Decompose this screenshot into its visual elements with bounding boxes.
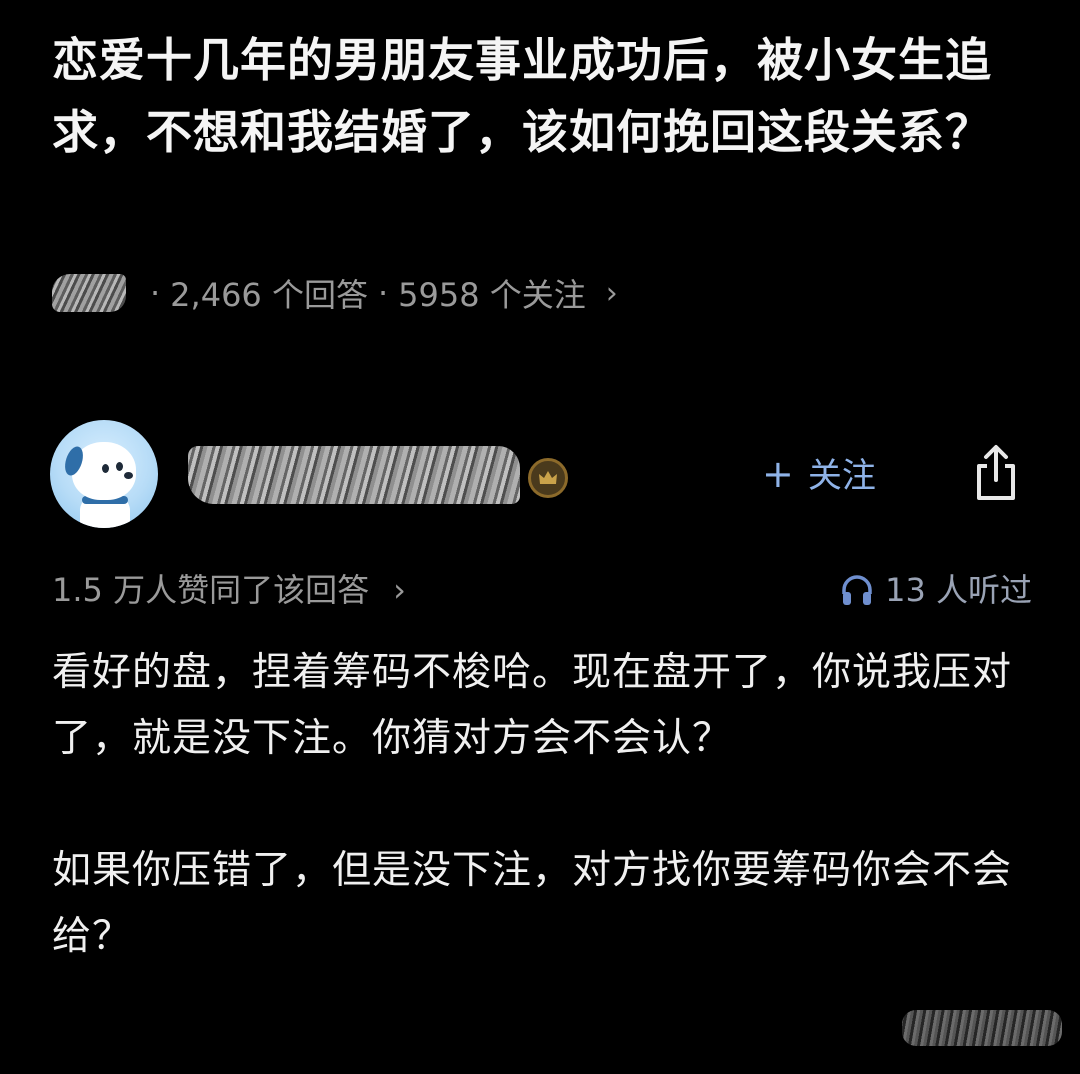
share-icon[interactable]	[968, 442, 1024, 504]
dog-avatar-icon[interactable]	[50, 420, 158, 528]
upvote-count[interactable]: 1.5 万人赞同了该回答 ›	[52, 566, 406, 614]
listen-count[interactable]: 13 人听过	[839, 566, 1032, 614]
answer-stats-row: 1.5 万人赞同了该回答 › 13 人听过	[52, 566, 1032, 614]
follower-count: 5958 个关注	[398, 276, 586, 314]
follow-label: 关注	[807, 456, 876, 496]
listen-text: 13 人听过	[885, 571, 1032, 609]
upvote-text: 1.5 万人赞同了该回答	[52, 571, 370, 609]
question-meta[interactable]: · 2,466 个回答 · 5958 个关注 ›	[52, 268, 618, 318]
redacted-asker-avatar	[52, 274, 126, 312]
question-title[interactable]: 恋爱十几年的男朋友事业成功后，被小女生追求，不想和我结婚了，该如何挽回这段关系？	[52, 24, 1042, 168]
crown-icon	[528, 458, 568, 498]
meta-separator: ·	[377, 274, 389, 312]
meta-separator: ·	[150, 274, 161, 312]
answer-paragraph: 看好的盘，捏着筹码不梭哈。现在盘开了，你说我压对了，就是没下注。你猜对方会不会认…	[52, 650, 1013, 761]
answer-paragraph: 如果你压错了，但是没下注，对方找你要筹码你会不会给？	[52, 848, 1013, 959]
answer-author-row: + 关注	[50, 420, 1040, 528]
chevron-right-icon: ›	[393, 571, 406, 609]
chevron-right-icon[interactable]: ›	[606, 276, 618, 311]
headphones-icon	[842, 575, 872, 605]
plus-icon: +	[762, 452, 794, 496]
redacted-watermark	[902, 1010, 1062, 1046]
answer-body[interactable]: 看好的盘，捏着筹码不梭哈。现在盘开了，你说我压对了，就是没下注。你猜对方会不会认…	[52, 640, 1042, 970]
redacted-author-name[interactable]	[188, 446, 520, 504]
follow-button[interactable]: + 关注	[762, 448, 876, 500]
answer-count: 2,466 个回答	[170, 276, 368, 314]
